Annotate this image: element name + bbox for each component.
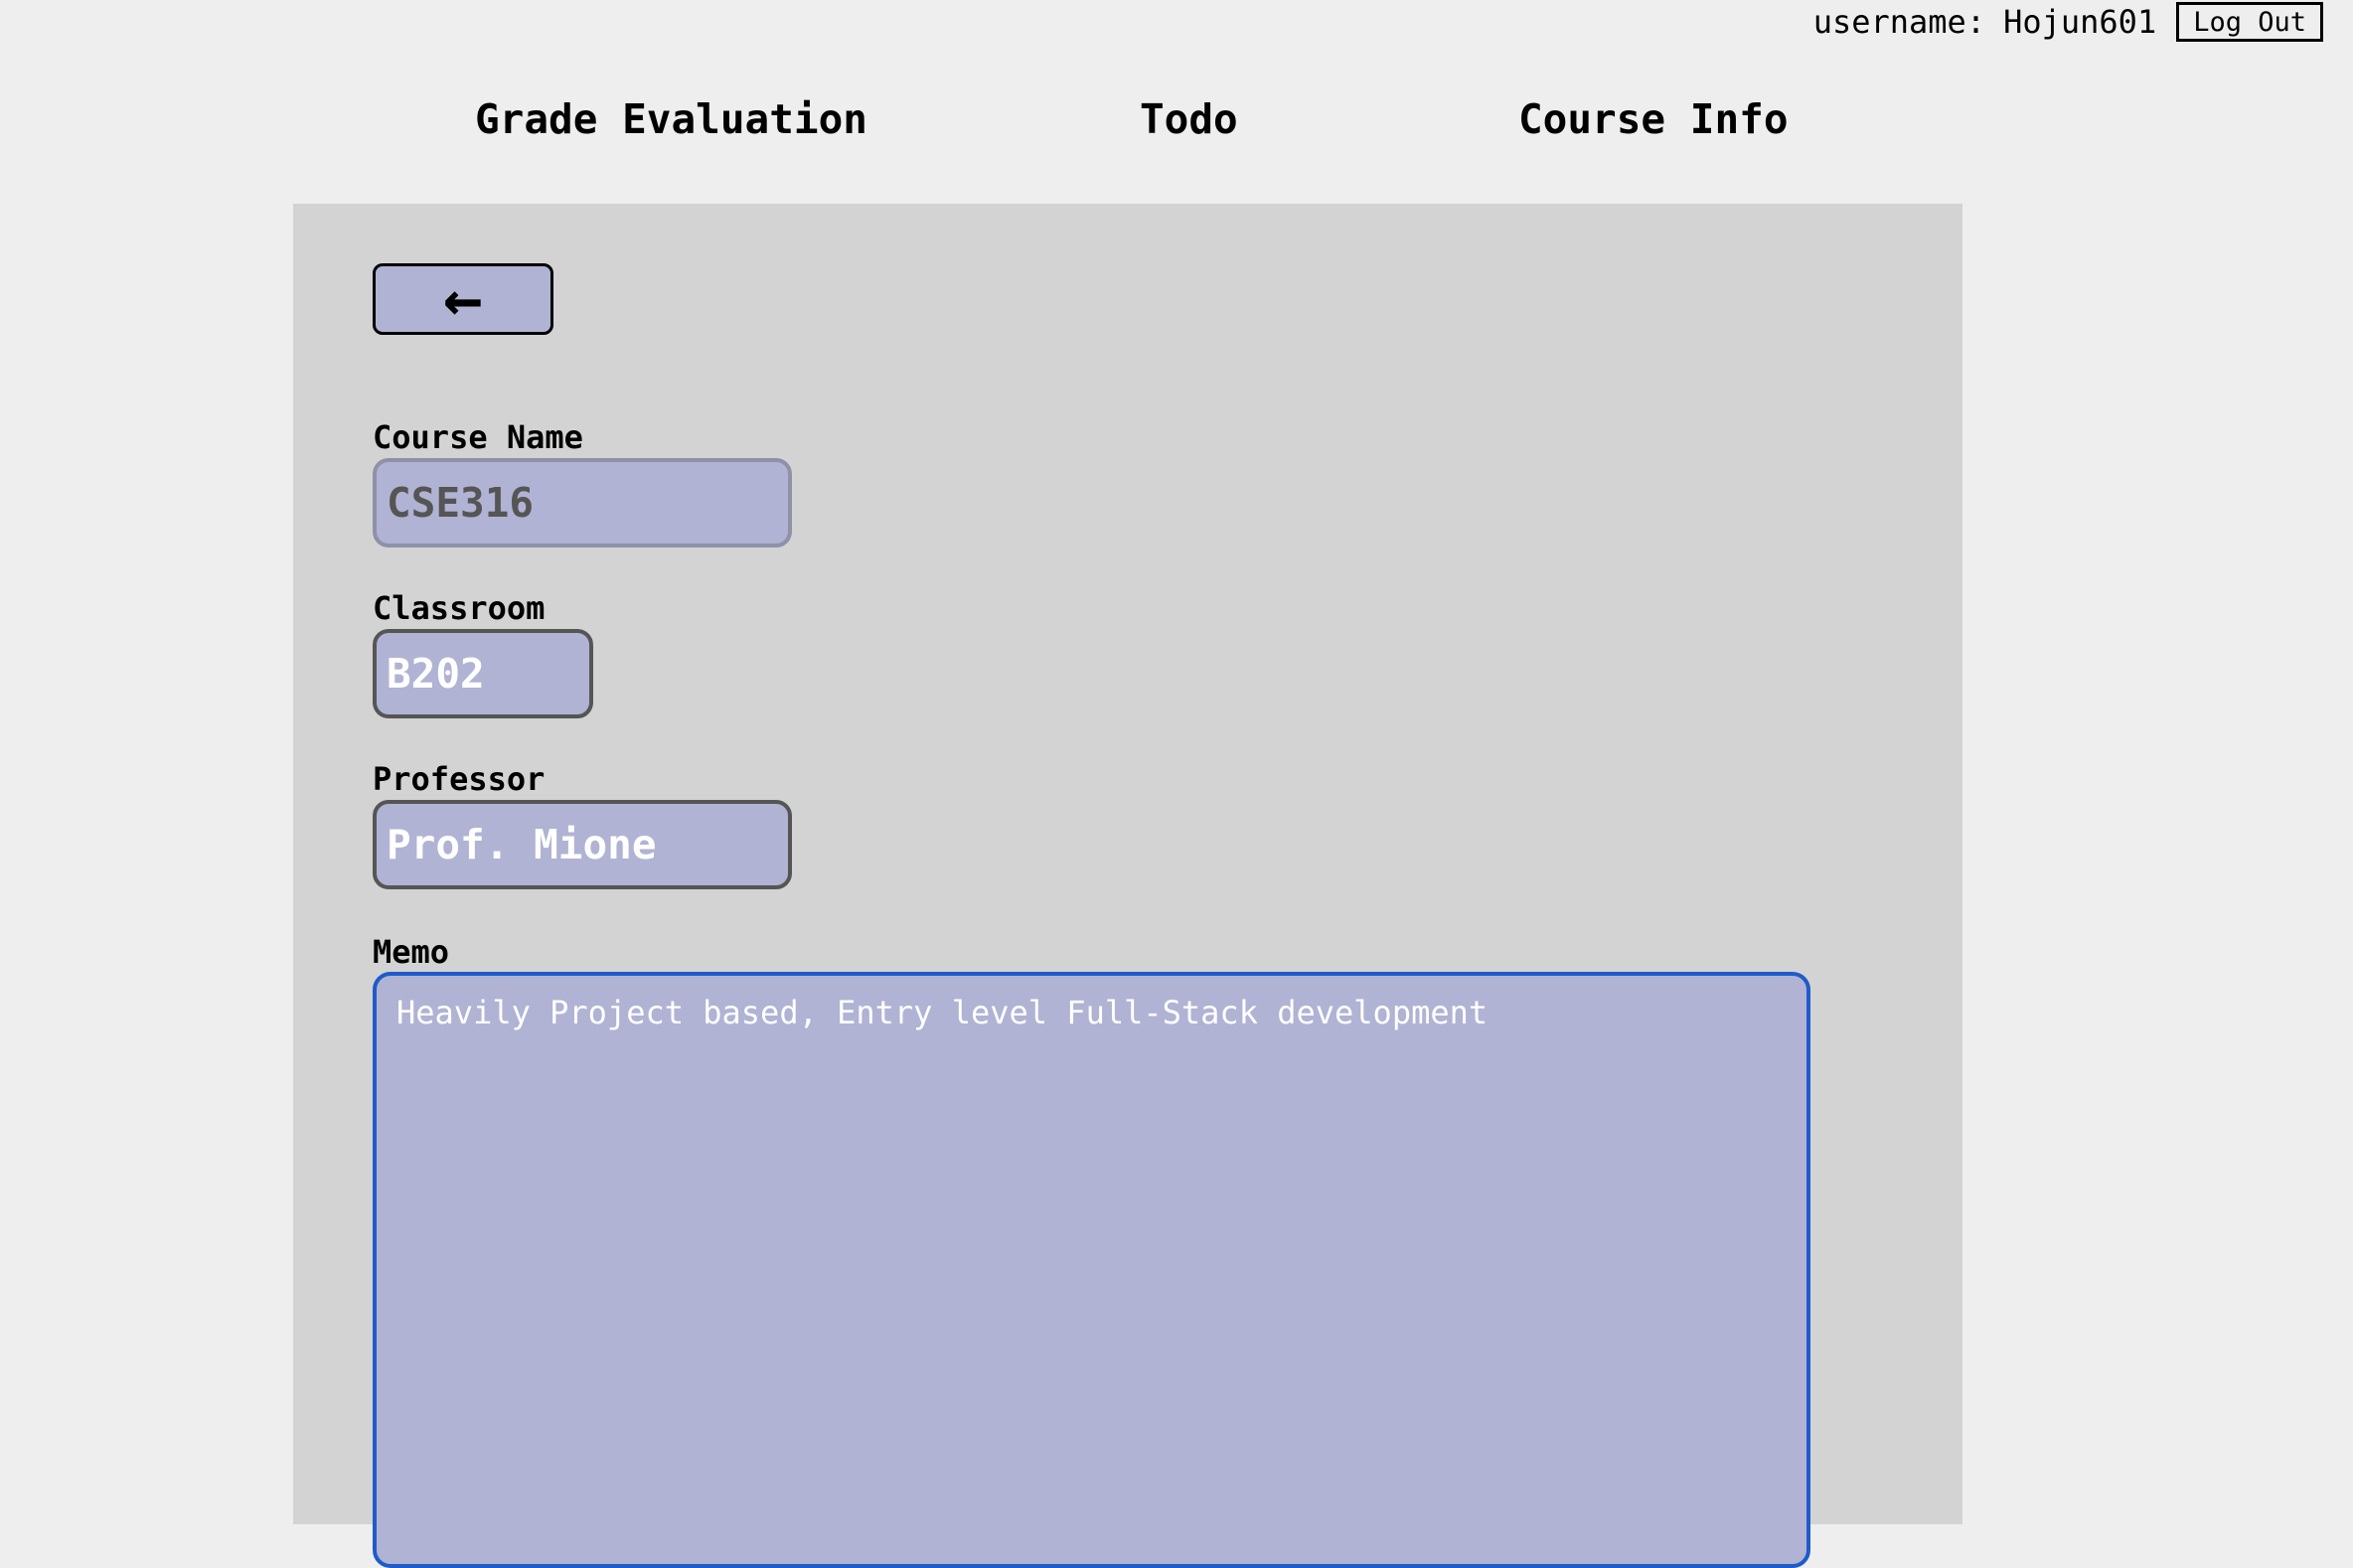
memo-textarea[interactable]: Heavily Project based, Entry level Full-… (373, 972, 1810, 1568)
back-arrow-icon: ← (443, 260, 483, 337)
course-info-panel: ← Course Name Classroom Professor Memo H… (293, 204, 1962, 1568)
logout-button[interactable]: Log Out (2176, 2, 2323, 42)
nav-item-todo[interactable]: Todo (1140, 95, 1238, 143)
nav-item-course-info[interactable]: Course Info (1518, 95, 1789, 143)
user-bar: username: Hojun601 Log Out (1813, 0, 2323, 44)
classroom-label: Classroom (373, 589, 546, 627)
memo-label: Memo (373, 933, 450, 971)
nav-item-grade-evaluation[interactable]: Grade Evaluation (475, 95, 867, 143)
username-label: username: (1812, 3, 1986, 41)
back-button[interactable]: ← (373, 263, 553, 335)
professor-label: Professor (373, 760, 546, 798)
username-value: Hojun601 (2003, 3, 2157, 41)
classroom-input[interactable] (373, 629, 593, 718)
main-nav: Grade Evaluation Todo Course Info (0, 95, 2353, 155)
professor-input[interactable] (373, 800, 792, 889)
user-info: username: Hojun601 (1813, 3, 2157, 41)
course-name-input[interactable] (373, 458, 792, 548)
course-name-label: Course Name (373, 418, 583, 456)
